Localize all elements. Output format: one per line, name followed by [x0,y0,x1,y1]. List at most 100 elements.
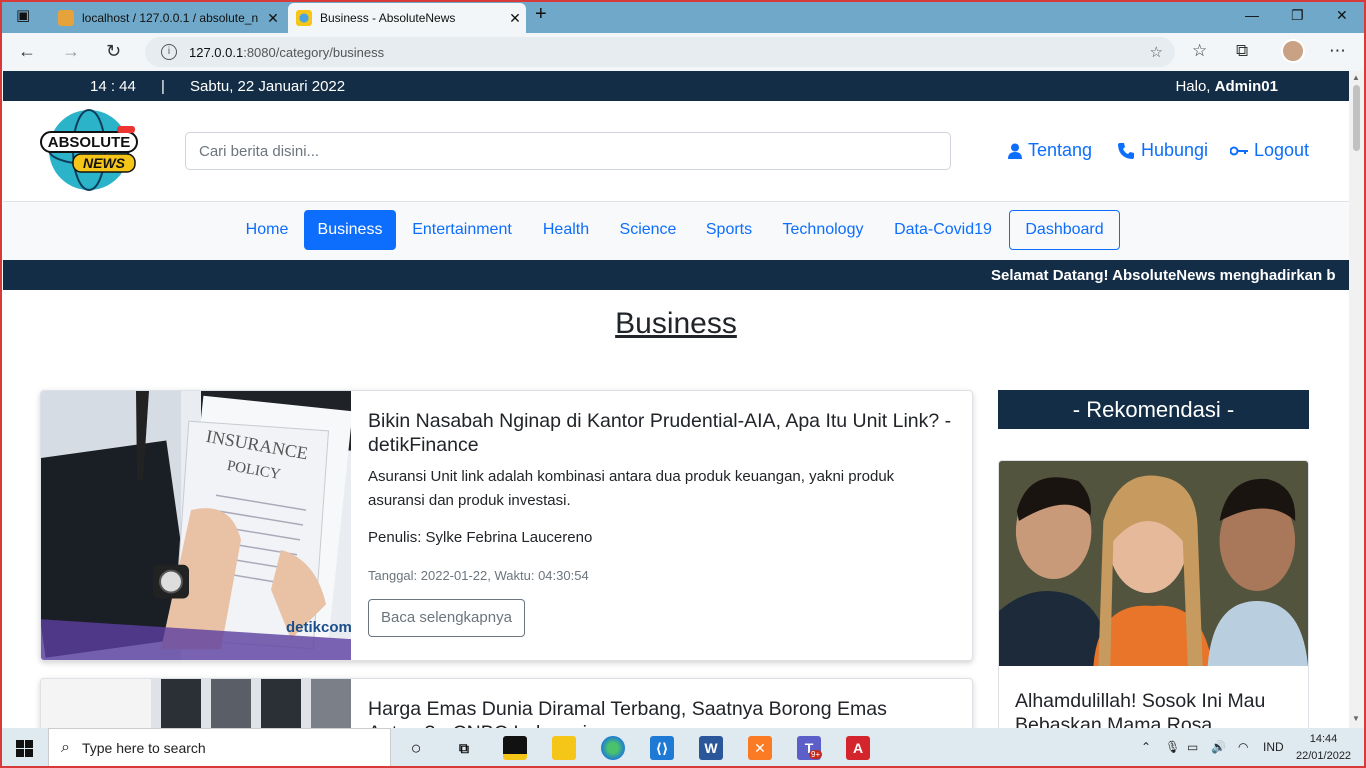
edge-browser-icon[interactable] [601,736,625,760]
forward-icon[interactable]: → [62,41,80,62]
tentang-link[interactable]: Tentang [1008,140,1092,161]
browser-tab-phpmyadmin[interactable]: localhost / 127.0.0.1 / absolute_n ✕ [50,3,284,33]
word-icon[interactable]: W [699,736,723,760]
nav-home[interactable]: Home [230,210,304,250]
phone-icon [1118,142,1134,159]
article-card: Harga Emas Dunia Diramal Terbang, Saatny… [40,678,973,728]
article-author: Penulis: Sylke Febrina Laucereno [368,529,593,546]
thumb-brand: detikcom [286,619,351,636]
xampp-icon[interactable]: ✕ [748,736,772,760]
logout-link[interactable]: Logout [1230,140,1309,161]
nav-entertainment[interactable]: Entertainment [396,210,528,250]
current-date: Sabtu, 22 Januari 2022 [190,77,346,95]
add-favorite-icon[interactable]: ☆ [1150,43,1163,61]
wifi-icon[interactable]: ◠ [1238,740,1248,754]
recommendation-heading: - Rekomendasi - [998,390,1309,429]
scroll-thumb[interactable] [1353,85,1360,151]
microphone-icon[interactable]: 🎙 [1165,740,1180,754]
tentang-label: Tentang [1028,140,1093,160]
back-icon[interactable]: ← [18,41,36,62]
nav-health[interactable]: Health [528,210,604,250]
file-explorer-icon[interactable] [552,736,576,760]
article-title[interactable]: Bikin Nasabah Nginap di Kantor Prudentia… [368,409,954,457]
clock-time: 14:44 [1309,733,1338,745]
logo-text-bottom: NEWS [83,155,126,171]
article-title[interactable]: Harga Emas Dunia Diramal Terbang, Saatny… [368,697,954,728]
reload-icon[interactable]: ↻ [106,41,121,62]
recommendation-title[interactable]: Alhamdulillah! Sosok Ini Mau Bebaskan Ma… [999,671,1308,728]
article-body: Harga Emas Dunia Diramal Terbang, Saatny… [368,697,954,728]
scroll-down-icon[interactable]: ▼ [1352,714,1360,723]
vscode-icon[interactable]: ⟨⟩ [650,736,674,760]
scroll-up-icon[interactable]: ▲ [1352,73,1360,82]
taskbar-clock[interactable]: 14:44 22/01/2022 [1296,731,1351,765]
volume-icon[interactable]: 🔊 [1211,740,1226,754]
current-time: 14 : 44 [90,77,136,95]
tray-chevron-icon[interactable]: ⌃ [1141,740,1151,754]
page-scrollbar[interactable]: ▲ ▼ [1349,71,1364,728]
tab-title: Business - AbsoluteNews [320,11,456,25]
close-window-icon[interactable]: ✕ [1336,7,1348,24]
site-header: ABSOLUTE NEWS Cari berita disini... Tent… [3,101,1349,201]
page-viewport: 14 : 44 | Sabtu, 22 Januari 2022 Halo, A… [3,71,1349,728]
nav-business[interactable]: Business [304,210,396,250]
article-thumbnail[interactable]: INSURANCE POLICY detikcom [41,391,351,660]
acrobat-icon[interactable]: A [846,736,870,760]
battery-icon[interactable]: ▭ [1187,740,1198,754]
more-menu-icon[interactable]: ⋯ [1329,41,1346,61]
nav-data-covid19[interactable]: Data-Covid19 [880,210,1006,250]
nav-technology[interactable]: Technology [766,210,880,250]
site-info-icon[interactable]: i [161,44,177,60]
browser-tab-business[interactable]: Business - AbsoluteNews ✕ [288,3,526,33]
language-indicator[interactable]: IND [1263,740,1284,754]
url-field[interactable]: i 127.0.0.1:8080/category/business ☆ [145,37,1175,67]
close-tab-icon[interactable]: ✕ [504,10,526,27]
browser-address-bar: ← → ↻ i 127.0.0.1:8080/category/business… [0,33,1366,71]
key-icon [1230,146,1248,155]
nav-dashboard[interactable]: Dashboard [1009,210,1120,250]
taskbar-search-placeholder: Type here to search [81,740,206,756]
logout-label: Logout [1254,140,1310,160]
welcome-marquee: Selamat Datang! AbsoluteNews menghadirka… [3,260,1349,290]
sticky-notes-icon[interactable] [503,736,527,760]
absolutenews-logo[interactable]: ABSOLUTE NEWS [39,106,139,194]
close-tab-icon[interactable]: ✕ [262,10,284,27]
article-description: Asuransi Unit link adalah kombinasi anta… [368,468,895,509]
recommendation-image[interactable] [999,461,1308,666]
tab-actions-icon[interactable]: ▣ [16,6,30,24]
greeting-label: Halo, [1175,77,1215,95]
user-icon [1008,143,1022,159]
recommendation-card[interactable]: Alhamdulillah! Sosok Ini Mau Bebaskan Ma… [998,460,1309,728]
article-thumbnail[interactable] [41,679,351,728]
category-nav: Home Business Entertainment Health Scien… [3,201,1349,260]
url-host: 127.0.0.1 [189,44,244,60]
taskbar-search-input[interactable]: ⌕ Type here to search [48,728,391,768]
restore-icon[interactable]: ❐ [1291,7,1304,24]
task-view-icon[interactable]: ⧉ [452,736,476,760]
minimize-icon[interactable]: — [1245,7,1259,23]
hubungi-label: Hubungi [1141,140,1209,160]
read-more-button[interactable]: Baca selengkapnya [368,599,525,637]
favorites-icon[interactable]: ☆ [1192,41,1207,61]
collections-icon[interactable]: ⧉ [1236,41,1248,61]
cortana-icon[interactable]: ○ [404,736,428,760]
news-search-input[interactable]: Cari berita disini... [185,132,951,170]
greeting: Halo, Admin01 [1175,78,1278,95]
search-icon: ⌕ [61,739,70,756]
logo-text-top: ABSOLUTE [48,134,131,151]
page-title: Business [615,307,737,340]
nav-sports[interactable]: Sports [692,210,766,250]
windows-taskbar: ⌕ Type here to search ○ ⧉ ⟨⟩ W ✕ T 9+ A … [0,728,1366,768]
new-tab-icon[interactable]: + [535,3,547,26]
hubungi-link[interactable]: Hubungi [1117,140,1208,161]
top-info-strip: 14 : 44 | Sabtu, 22 Januari 2022 Halo, A… [3,71,1349,101]
nav-science[interactable]: Science [604,210,692,250]
browser-tab-bar: ▣ localhost / 127.0.0.1 / absolute_n ✕ B… [0,0,1366,33]
teams-badge: 9+ [809,750,823,759]
phpmyadmin-favicon-icon [58,10,74,26]
article-body: Bikin Nasabah Nginap di Kantor Prudentia… [368,409,954,637]
profile-avatar[interactable] [1281,39,1305,63]
tab-title: localhost / 127.0.0.1 / absolute_n [82,11,259,25]
windows-start-icon[interactable] [16,740,33,757]
separator: | [161,77,165,95]
